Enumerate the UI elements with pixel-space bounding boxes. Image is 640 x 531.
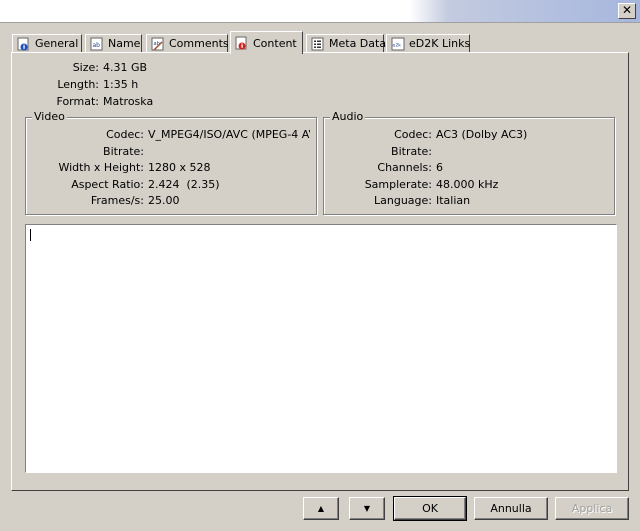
text-caret [30, 229, 31, 241]
move-up-button[interactable]: ▲ [303, 497, 339, 520]
comment-icon: ab [151, 37, 165, 51]
tab-name[interactable]: ab Name [85, 34, 142, 52]
video-dimensions-value: 1280 x 528 [148, 161, 211, 174]
arrow-down-icon: ▼ [363, 504, 371, 513]
properties-dialog: ✕ General ab Name ab Comments Content Me… [0, 0, 640, 531]
text-ab-icon: ab [90, 37, 104, 51]
tab-ed2k-links[interactable]: e2k eD2K Links [386, 34, 470, 52]
size-label: Size: [72, 61, 99, 74]
apply-button-label: Applica [571, 502, 613, 515]
ed2k-icon: e2k [391, 37, 405, 51]
audio-channels-label: Channels: [377, 161, 432, 174]
close-button[interactable]: ✕ [618, 3, 636, 19]
arrow-up-icon: ▲ [317, 504, 325, 513]
video-aspect-label: Aspect Ratio: [71, 178, 144, 191]
cancel-button-label: Annulla [490, 502, 532, 515]
tab-meta-data[interactable]: Meta Data [306, 34, 387, 52]
size-value: 4.31 GB [103, 61, 148, 74]
svg-text:e2k: e2k [393, 42, 402, 48]
details-textarea[interactable] [25, 224, 617, 473]
audio-language-value: Italian [436, 194, 471, 207]
video-group-title: Video [32, 110, 67, 123]
audio-language-label: Language: [374, 194, 432, 207]
ok-button[interactable]: OK [393, 496, 467, 521]
length-value: 1:35 h [103, 78, 139, 91]
audio-group-title: Audio [330, 110, 366, 123]
video-fps-label: Frames/s: [90, 194, 144, 207]
format-value: Matroska [103, 95, 154, 108]
audio-channels-value: 6 [436, 161, 443, 174]
tab-content[interactable]: Content [230, 31, 303, 54]
tab-comments[interactable]: ab Comments [146, 34, 229, 52]
audio-samplerate-value: 48.000 kHz [436, 178, 499, 191]
video-fps-value: 25.00 [148, 194, 180, 207]
tab-name-label: Name [108, 37, 141, 50]
ok-button-label: OK [422, 502, 438, 515]
list-icon [311, 37, 325, 51]
audio-codec-label: Codec: [394, 128, 432, 141]
format-label: Format: [56, 95, 99, 108]
length-label: Length: [57, 78, 99, 91]
close-icon: ✕ [621, 3, 633, 17]
title-bar[interactable]: ✕ [0, 0, 640, 23]
tab-general[interactable]: General [12, 34, 82, 52]
svg-text:ab: ab [93, 42, 101, 49]
content-info-icon [235, 36, 249, 50]
tab-general-label: General [35, 37, 79, 50]
tab-content-label: Content [253, 36, 297, 50]
video-codec-label: Codec: [106, 128, 144, 141]
tab-comments-label: Comments [169, 37, 229, 50]
cancel-button[interactable]: Annulla [474, 497, 548, 520]
video-dimensions-label: Width x Height: [58, 161, 144, 174]
info-icon [17, 37, 31, 51]
video-aspect-value: 2.424 (2.35) [148, 178, 220, 191]
video-codec-value: V_MPEG4/ISO/AVC (MPEG-4 AVC [148, 128, 310, 141]
audio-bitrate-label: Bitrate: [391, 145, 432, 158]
apply-button[interactable]: Applica [555, 497, 629, 520]
audio-codec-value: AC3 (Dolby AC3) [436, 128, 528, 141]
tab-ed2k-links-label: eD2K Links [409, 37, 471, 50]
audio-samplerate-label: Samplerate: [364, 178, 432, 191]
move-down-button[interactable]: ▼ [349, 497, 385, 520]
tab-meta-data-label: Meta Data [329, 37, 387, 50]
video-bitrate-label: Bitrate: [103, 145, 144, 158]
